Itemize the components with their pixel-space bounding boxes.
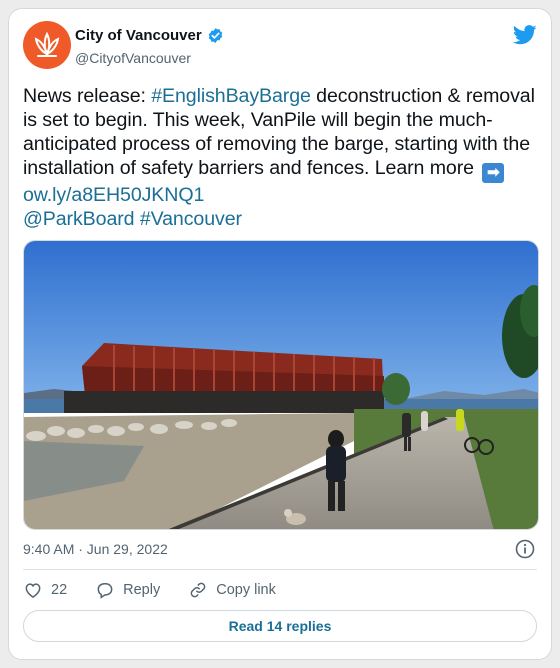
tweet-actions: 22 Reply Copy link (23, 580, 304, 600)
reply-bubble-icon (97, 583, 113, 599)
twitter-bird-icon[interactable] (513, 25, 537, 45)
reply-button[interactable]: Reply (95, 580, 160, 600)
avatar[interactable] (23, 21, 71, 69)
tweet-link[interactable]: ow.ly/a8EH50JKNQ1 (23, 184, 204, 206)
hashtag-vancouver[interactable]: #Vancouver (140, 208, 242, 230)
copy-link-button[interactable]: Copy link (188, 580, 276, 600)
city-logo-icon (34, 31, 60, 57)
copy-link-label: Copy link (216, 582, 276, 598)
read-replies-button[interactable]: Read 14 replies (23, 610, 537, 642)
account-name-row: City of Vancouver (75, 27, 224, 44)
mention-parkboard[interactable]: @ParkBoard (23, 208, 135, 230)
account-handle[interactable]: @CityofVancouver (75, 50, 191, 66)
account-name[interactable]: City of Vancouver (75, 27, 202, 44)
info-icon[interactable] (515, 539, 535, 559)
link-icon (190, 582, 206, 598)
tweet-photo[interactable] (23, 240, 539, 530)
tweet-text-part1: News release: (23, 85, 152, 107)
heart-icon (25, 583, 41, 598)
tweet-text: News release: #EnglishBayBarge deconstru… (23, 84, 543, 231)
like-count: 22 (51, 582, 68, 598)
hashtag-englishbaybarge[interactable]: #EnglishBayBarge (151, 85, 311, 107)
arrow-right-icon: ➡ (482, 163, 505, 183)
verified-badge-icon (208, 28, 222, 43)
reply-label: Reply (123, 582, 161, 598)
like-button[interactable]: 22 (23, 580, 67, 600)
tweet-timestamp[interactable]: 9:40 AM · Jun 29, 2022 (23, 541, 168, 557)
tweet-card: City of Vancouver @CityofVancouver News … (8, 8, 552, 660)
divider (23, 569, 537, 570)
shrub (382, 373, 410, 405)
